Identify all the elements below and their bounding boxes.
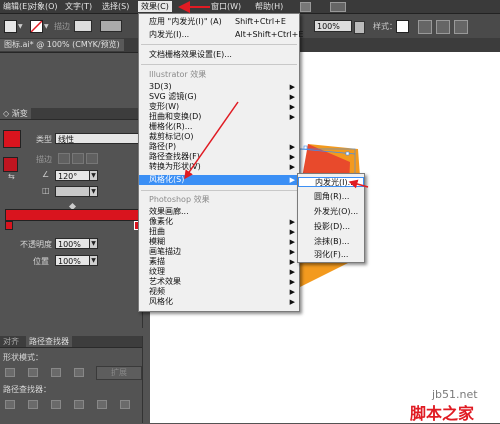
watermark-brand: 脚本之家	[410, 404, 475, 423]
annotation-arrow-inner-glow	[348, 179, 369, 189]
annotation-overlay	[178, 1, 369, 189]
annotation-arrow-stylize	[184, 101, 239, 180]
